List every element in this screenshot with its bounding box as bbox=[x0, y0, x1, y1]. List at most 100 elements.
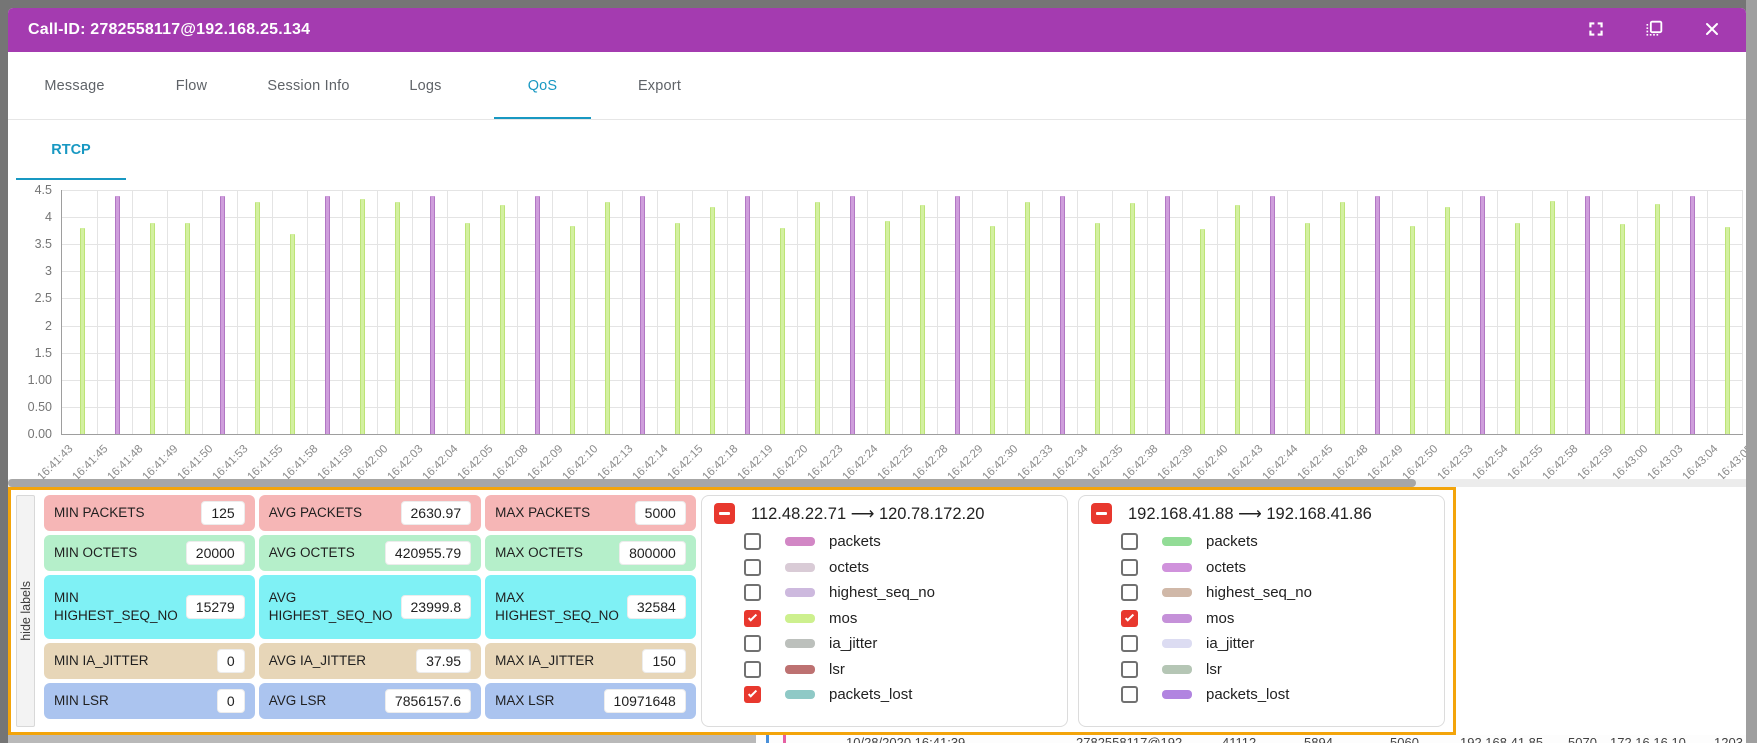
window-controls bbox=[1584, 18, 1724, 42]
y-axis-labels: 4.543.532.521.51.000.500.00 bbox=[8, 190, 58, 435]
gridline-v bbox=[727, 190, 728, 434]
fullscreen-icon bbox=[1586, 19, 1606, 42]
qos-panel: hide labels MIN PACKETS125AVG PACKETS263… bbox=[8, 487, 1456, 735]
gridline-v bbox=[1602, 190, 1603, 434]
gridline-v bbox=[517, 190, 518, 434]
stat-value: 0 bbox=[217, 649, 245, 673]
checkbox-lsr[interactable] bbox=[1121, 661, 1138, 678]
page-scrollbar[interactable] bbox=[1746, 0, 1757, 743]
y-tick-label: 2.5 bbox=[35, 291, 52, 305]
swatch-packets-lost bbox=[785, 690, 815, 699]
legend-label: lsr bbox=[829, 661, 845, 678]
background-cell-text: 10/28/2020 16:41:39 bbox=[846, 735, 965, 743]
checkbox-octets[interactable] bbox=[1121, 559, 1138, 576]
stat-value: 0 bbox=[217, 689, 245, 713]
popout-button[interactable] bbox=[1642, 18, 1666, 42]
checkbox-packets-lost[interactable] bbox=[744, 686, 761, 703]
stat-label: AVG LSR bbox=[269, 692, 327, 710]
stat-cell-min-ia-jitter: MIN IA_JITTER0 bbox=[44, 643, 255, 679]
chart-bar bbox=[815, 202, 820, 434]
tab-session-info[interactable]: Session Info bbox=[250, 52, 367, 119]
background-cell-text: 5060 bbox=[1390, 735, 1419, 743]
checkbox-highest-seq-no[interactable] bbox=[1121, 584, 1138, 601]
checkbox-mos[interactable] bbox=[1121, 610, 1138, 627]
x-tick-label: 16:42:39 bbox=[1155, 443, 1195, 483]
checkbox-octets[interactable] bbox=[744, 559, 761, 576]
stat-value: 7856157.6 bbox=[385, 689, 471, 713]
chart-bar bbox=[150, 223, 155, 434]
stat-label: MIN HIGHEST_SEQ_NO bbox=[54, 589, 178, 624]
chart-bar bbox=[1060, 196, 1065, 434]
x-tick-label: 16:42:34 bbox=[1050, 443, 1090, 483]
checkbox-packets[interactable] bbox=[1121, 533, 1138, 550]
y-tick-label: 0.50 bbox=[28, 400, 52, 414]
checkbox-mos[interactable] bbox=[744, 610, 761, 627]
legend-item-octets: octets bbox=[714, 555, 1055, 581]
tab-export[interactable]: Export bbox=[601, 52, 718, 119]
gridline-v bbox=[1182, 190, 1183, 434]
stat-cell-max-octets: MAX OCTETS800000 bbox=[485, 535, 696, 571]
minus-icon bbox=[719, 512, 730, 515]
chart-scrollbar[interactable] bbox=[8, 479, 1746, 487]
gridline-v bbox=[657, 190, 658, 434]
checkbox-ia-jitter[interactable] bbox=[1121, 635, 1138, 652]
y-tick-label: 1.00 bbox=[28, 373, 52, 387]
x-tick-label: 16:42:28 bbox=[910, 443, 950, 483]
stat-value: 150 bbox=[642, 649, 685, 673]
chart-bar bbox=[1620, 224, 1625, 434]
background-cell-text: 41112 bbox=[1222, 735, 1256, 743]
chart-bar bbox=[1445, 207, 1450, 434]
chart-scrollbar-thumb[interactable] bbox=[8, 479, 1416, 487]
hide-labels-toggle[interactable]: hide labels bbox=[16, 495, 35, 727]
legend-label: octets bbox=[1206, 559, 1246, 576]
chart-bar bbox=[1725, 227, 1730, 434]
close-button[interactable] bbox=[1700, 18, 1724, 42]
stat-label: MIN LSR bbox=[54, 692, 109, 710]
background-cell-text: 2782558117@192 bbox=[1076, 735, 1182, 743]
chart-plot bbox=[61, 190, 1743, 435]
remove-stream-button[interactable] bbox=[1091, 503, 1112, 524]
subtab-rtcp[interactable]: RTCP bbox=[16, 120, 126, 180]
x-tick-label: 16:42:59 bbox=[1575, 443, 1615, 483]
legend-label: highest_seq_no bbox=[829, 584, 935, 601]
chart-bar bbox=[465, 223, 470, 434]
gridline-v bbox=[902, 190, 903, 434]
chart-bar bbox=[1165, 196, 1170, 434]
checkbox-packets-lost[interactable] bbox=[1121, 686, 1138, 703]
x-axis-labels: 16:41:4316:41:4516:41:4816:41:4916:41:50… bbox=[61, 435, 1746, 479]
stat-cell-avg-highest-seq-no: AVG HIGHEST_SEQ_NO23999.8 bbox=[259, 575, 481, 639]
checkbox-packets[interactable] bbox=[744, 533, 761, 550]
tab-qos[interactable]: QoS bbox=[484, 52, 601, 119]
fullscreen-button[interactable] bbox=[1584, 18, 1608, 42]
stat-label: MAX LSR bbox=[495, 692, 554, 710]
stat-value: 37.95 bbox=[416, 649, 471, 673]
legend-label: packets_lost bbox=[829, 686, 912, 703]
x-tick-label: 16:42:48 bbox=[1330, 443, 1370, 483]
swatch-lsr bbox=[1162, 665, 1192, 674]
chart-bar bbox=[1375, 196, 1380, 434]
legend-label: packets bbox=[829, 533, 881, 550]
gridline-v bbox=[307, 190, 308, 434]
remove-stream-button[interactable] bbox=[714, 503, 735, 524]
checkbox-lsr[interactable] bbox=[744, 661, 761, 678]
swatch-mos bbox=[785, 614, 815, 623]
tab-flow[interactable]: Flow bbox=[133, 52, 250, 119]
legend-label: packets_lost bbox=[1206, 686, 1289, 703]
stat-label: MAX OCTETS bbox=[495, 544, 583, 562]
chart-bar bbox=[1690, 196, 1695, 434]
gridline-v bbox=[762, 190, 763, 434]
chart-bar bbox=[500, 205, 505, 435]
background-cell-text: 1203. bbox=[1714, 735, 1746, 743]
tab-logs[interactable]: Logs bbox=[367, 52, 484, 119]
tab-message[interactable]: Message bbox=[16, 52, 133, 119]
stat-cell-min-packets: MIN PACKETS125 bbox=[44, 495, 255, 531]
legend-label: ia_jitter bbox=[1206, 635, 1254, 652]
checkbox-highest-seq-no[interactable] bbox=[744, 584, 761, 601]
chart-bar bbox=[745, 196, 750, 434]
x-tick-label: 16:43:05 bbox=[1715, 443, 1746, 483]
chart-bar bbox=[1305, 223, 1310, 434]
gridline-v bbox=[1392, 190, 1393, 434]
checkbox-ia-jitter[interactable] bbox=[744, 635, 761, 652]
x-tick-label: 16:42:43 bbox=[1225, 443, 1265, 483]
chart-bar bbox=[1655, 204, 1660, 434]
